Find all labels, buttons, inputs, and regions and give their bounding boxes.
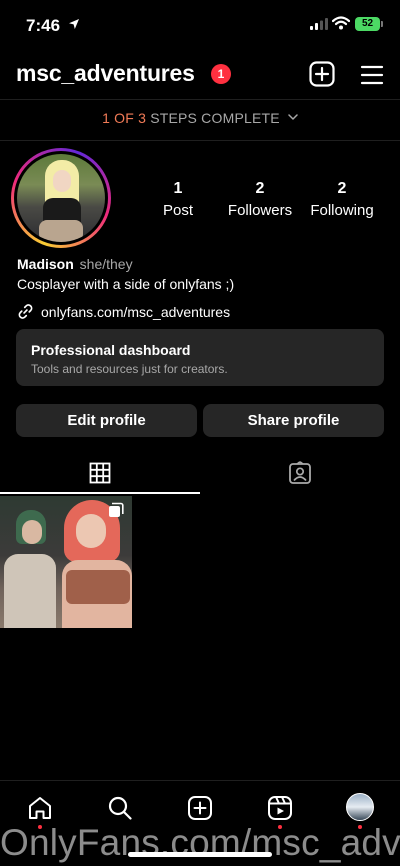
header-divider: [0, 99, 400, 100]
active-tab-indicator: [0, 492, 200, 494]
status-bar: 7:46 52: [0, 0, 400, 50]
create-button[interactable]: [309, 61, 335, 87]
share-profile-button[interactable]: Share profile: [203, 404, 384, 437]
create-post-icon[interactable]: [187, 795, 213, 821]
profile-link[interactable]: onlyfans.com/msc_adventures: [17, 303, 230, 320]
steps-divider: [0, 140, 400, 141]
reels-icon[interactable]: [267, 795, 293, 821]
edit-profile-button[interactable]: Edit profile: [16, 404, 197, 437]
stat-value: 2: [255, 180, 265, 197]
status-time: 7:46: [26, 16, 61, 35]
profile-name: Madison: [17, 256, 74, 272]
stat-followers[interactable]: 2 Followers: [222, 180, 298, 219]
menu-button[interactable]: [360, 63, 384, 87]
dashboard-title: Professional dashboard: [31, 342, 191, 358]
profile-name-line: Madison she/they: [17, 256, 133, 272]
tab-posts-grid[interactable]: [0, 456, 200, 494]
profile-username[interactable]: msc_adventures: [16, 60, 195, 87]
stat-value: 2: [337, 180, 347, 197]
home-indicator[interactable]: [128, 852, 272, 857]
stat-posts[interactable]: 1 Post: [148, 180, 208, 219]
profile-pronouns: she/they: [79, 256, 133, 272]
steps-progress[interactable]: 1 OF 3 STEPS COMPLETE: [0, 110, 400, 126]
wifi-icon: [332, 16, 350, 30]
grid-icon: [89, 462, 111, 484]
profile-tab-avatar[interactable]: [346, 793, 374, 821]
tagged-person-icon: [289, 461, 311, 484]
professional-dashboard[interactable]: Professional dashboard Tools and resourc…: [16, 329, 384, 386]
notification-badge: 1: [211, 64, 231, 84]
link-icon: [18, 304, 33, 319]
search-icon[interactable]: [107, 795, 133, 821]
profile-link-text: onlyfans.com/msc_adventures: [41, 303, 231, 320]
steps-count: 1 OF 3: [102, 110, 147, 126]
stat-following[interactable]: 2 Following: [304, 180, 380, 219]
post-thumbnail[interactable]: [0, 496, 132, 628]
battery-indicator: 52: [355, 17, 380, 31]
stat-value: 1: [173, 180, 183, 197]
profile-bio: Cosplayer with a side of onlyfans ;): [17, 276, 235, 292]
avatar-photo: [17, 154, 105, 242]
carousel-icon: [109, 502, 124, 517]
location-arrow-icon: [69, 19, 79, 29]
watermark-text: OnlyFans.com/msc_adventures: [0, 822, 400, 863]
chevron-down-icon: [288, 114, 298, 120]
home-icon[interactable]: [27, 795, 53, 821]
stat-label: Following: [310, 202, 374, 219]
battery-cap: [381, 21, 383, 27]
profile-avatar[interactable]: [11, 148, 111, 248]
steps-label: STEPS COMPLETE: [150, 110, 280, 126]
cellular-signal-icon: [310, 18, 328, 30]
dashboard-subtitle: Tools and resources just for creators.: [31, 362, 228, 376]
tab-tagged[interactable]: [200, 456, 400, 494]
stat-label: Followers: [227, 202, 293, 219]
stat-label: Post: [162, 202, 193, 219]
